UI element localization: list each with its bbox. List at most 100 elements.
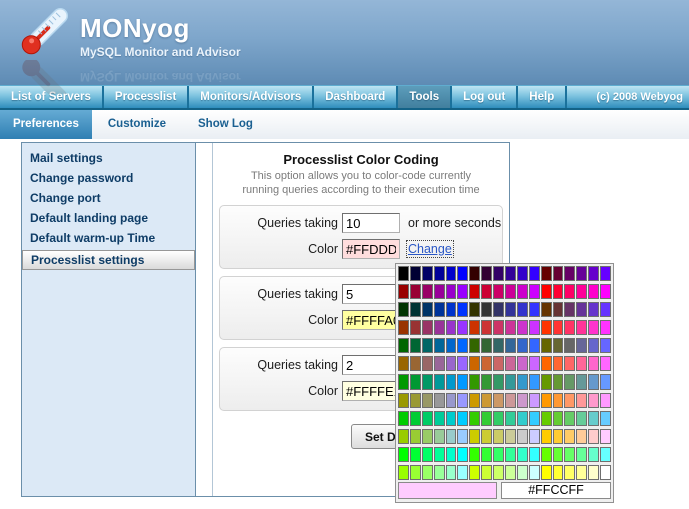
- palette-swatch-6600FF[interactable]: [600, 266, 611, 281]
- palette-swatch-FFCCFF[interactable]: [600, 429, 611, 444]
- palette-swatch-FF9999[interactable]: [576, 393, 587, 408]
- palette-swatch-33CC99[interactable]: [505, 411, 516, 426]
- palette-swatch-FFCC99[interactable]: [576, 429, 587, 444]
- sidebar-item-change-port[interactable]: Change port: [22, 188, 195, 208]
- palette-swatch-336666[interactable]: [493, 338, 504, 353]
- palette-swatch-99CC33[interactable]: [410, 429, 421, 444]
- palette-swatch-CCFFFF[interactable]: [529, 465, 540, 480]
- palette-swatch-993399[interactable]: [434, 320, 445, 335]
- palette-swatch-00CC99[interactable]: [434, 411, 445, 426]
- palette-swatch-003366[interactable]: [422, 302, 433, 317]
- palette-swatch-33FFFF[interactable]: [529, 447, 540, 462]
- palette-swatch-0033CC[interactable]: [446, 302, 457, 317]
- palette-swatch-66CC33[interactable]: [553, 411, 564, 426]
- seconds-input-1[interactable]: [342, 213, 400, 233]
- color-input-3[interactable]: [342, 381, 400, 401]
- palette-swatch-660000[interactable]: [541, 266, 552, 281]
- palette-swatch-CC3366[interactable]: [493, 320, 504, 335]
- nav-tab-help[interactable]: Help: [518, 86, 567, 108]
- palette-swatch-CC3300[interactable]: [469, 320, 480, 335]
- palette-swatch-993300[interactable]: [398, 320, 409, 335]
- palette-swatch-6699CC[interactable]: [588, 374, 599, 389]
- palette-swatch-33CC33[interactable]: [481, 411, 492, 426]
- palette-swatch-FF0033[interactable]: [553, 284, 564, 299]
- palette-swatch-00CC00[interactable]: [398, 411, 409, 426]
- palette-swatch-00CCFF[interactable]: [457, 411, 468, 426]
- palette-swatch-33FF66[interactable]: [493, 447, 504, 462]
- palette-swatch-000033[interactable]: [410, 266, 421, 281]
- palette-swatch-006666[interactable]: [422, 338, 433, 353]
- palette-swatch-CCFF33[interactable]: [481, 465, 492, 480]
- nav-tab-tools[interactable]: Tools: [398, 86, 452, 108]
- palette-swatch-FF3300[interactable]: [541, 320, 552, 335]
- seconds-input-2[interactable]: [342, 284, 400, 304]
- palette-swatch-CC00CC[interactable]: [517, 284, 528, 299]
- nav-tab-monitors-advisors[interactable]: Monitors/Advisors: [189, 86, 314, 108]
- palette-swatch-6666FF[interactable]: [600, 338, 611, 353]
- palette-swatch-CCFFCC[interactable]: [517, 465, 528, 480]
- palette-swatch-663333[interactable]: [553, 302, 564, 317]
- palette-swatch-33CC66[interactable]: [493, 411, 504, 426]
- palette-swatch-CC6666[interactable]: [493, 356, 504, 371]
- palette-swatch-666699[interactable]: [576, 338, 587, 353]
- palette-swatch-FFCC66[interactable]: [564, 429, 575, 444]
- palette-swatch-9966FF[interactable]: [457, 356, 468, 371]
- palette-swatch-FF66CC[interactable]: [588, 356, 599, 371]
- palette-swatch-FF99CC[interactable]: [588, 393, 599, 408]
- palette-swatch-66FF33[interactable]: [553, 447, 564, 462]
- palette-swatch-6633CC[interactable]: [588, 302, 599, 317]
- palette-swatch-CC33CC[interactable]: [517, 320, 528, 335]
- nav-tab-processlist[interactable]: Processlist: [104, 86, 189, 108]
- palette-swatch-006699[interactable]: [434, 338, 445, 353]
- change-link-1[interactable]: Change: [408, 242, 452, 256]
- palette-swatch-FF9933[interactable]: [553, 393, 564, 408]
- palette-swatch-CCCC99[interactable]: [505, 429, 516, 444]
- palette-swatch-9900CC[interactable]: [446, 284, 457, 299]
- palette-swatch-330033[interactable]: [481, 266, 492, 281]
- palette-swatch-333300[interactable]: [469, 302, 480, 317]
- palette-swatch-99FF99[interactable]: [434, 465, 445, 480]
- palette-swatch-FFCCCC[interactable]: [588, 429, 599, 444]
- palette-swatch-CC66CC[interactable]: [517, 356, 528, 371]
- palette-swatch-9999FF[interactable]: [457, 393, 468, 408]
- palette-swatch-003300[interactable]: [398, 302, 409, 317]
- palette-swatch-FF6633[interactable]: [553, 356, 564, 371]
- palette-swatch-66CCFF[interactable]: [600, 411, 611, 426]
- palette-swatch-996699[interactable]: [434, 356, 445, 371]
- palette-swatch-9966CC[interactable]: [446, 356, 457, 371]
- palette-swatch-660033[interactable]: [553, 266, 564, 281]
- palette-swatch-33CCFF[interactable]: [529, 411, 540, 426]
- palette-swatch-339999[interactable]: [505, 374, 516, 389]
- palette-swatch-330066[interactable]: [493, 266, 504, 281]
- palette-swatch-3300FF[interactable]: [529, 266, 540, 281]
- palette-swatch-FF3399[interactable]: [576, 320, 587, 335]
- palette-swatch-00CCCC[interactable]: [446, 411, 457, 426]
- palette-swatch-FF33CC[interactable]: [588, 320, 599, 335]
- palette-swatch-CCFF99[interactable]: [505, 465, 516, 480]
- palette-swatch-3366FF[interactable]: [529, 338, 540, 353]
- palette-swatch-3333CC[interactable]: [517, 302, 528, 317]
- palette-swatch-CCCCFF[interactable]: [529, 429, 540, 444]
- palette-swatch-339900[interactable]: [469, 374, 480, 389]
- palette-swatch-FFFF99[interactable]: [576, 465, 587, 480]
- palette-swatch-CCFF66[interactable]: [493, 465, 504, 480]
- palette-swatch-990000[interactable]: [398, 284, 409, 299]
- palette-swatch-CC66FF[interactable]: [529, 356, 540, 371]
- subnav-tab-customize[interactable]: Customize: [92, 110, 182, 139]
- palette-swatch-006633[interactable]: [410, 338, 421, 353]
- palette-swatch-3366CC[interactable]: [517, 338, 528, 353]
- palette-swatch-009999[interactable]: [434, 374, 445, 389]
- palette-swatch-FF6699[interactable]: [576, 356, 587, 371]
- palette-swatch-99CC00[interactable]: [398, 429, 409, 444]
- palette-swatch-669900[interactable]: [541, 374, 552, 389]
- palette-swatch-3399CC[interactable]: [517, 374, 528, 389]
- palette-swatch-006600[interactable]: [398, 338, 409, 353]
- palette-swatch-33FF33[interactable]: [481, 447, 492, 462]
- palette-swatch-66CCCC[interactable]: [588, 411, 599, 426]
- palette-swatch-6699FF[interactable]: [600, 374, 611, 389]
- palette-swatch-9900FF[interactable]: [457, 284, 468, 299]
- palette-swatch-FF3333[interactable]: [553, 320, 564, 335]
- palette-swatch-CC0099[interactable]: [505, 284, 516, 299]
- palette-swatch-33FF99[interactable]: [505, 447, 516, 462]
- palette-swatch-00FFFF[interactable]: [457, 447, 468, 462]
